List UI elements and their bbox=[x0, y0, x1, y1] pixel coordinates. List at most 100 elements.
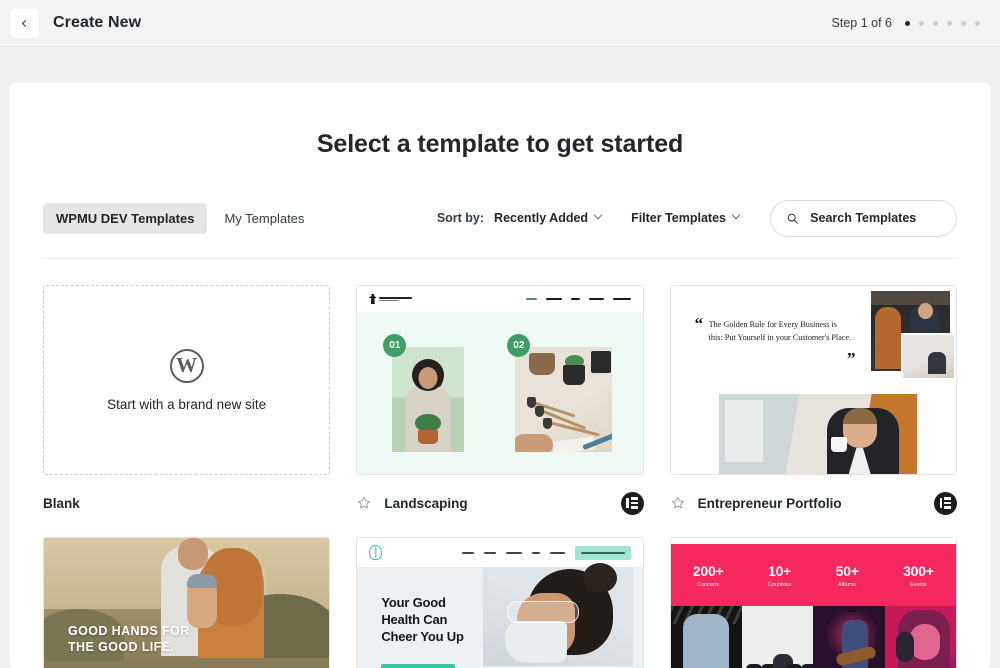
preview-heading-line2: Health Can bbox=[381, 612, 448, 628]
stat-value: 300+ bbox=[903, 562, 934, 579]
wordpress-icon: W bbox=[169, 348, 204, 383]
preview-photo-office bbox=[901, 333, 956, 380]
toolbar-controls: Sort by: Recently Added Filter Templates bbox=[436, 199, 957, 237]
preview-good-health: Your Good Health Can Cheer You Up Book A… bbox=[357, 538, 643, 668]
stat-label: Events bbox=[910, 581, 927, 588]
preview-photo-coffee bbox=[718, 394, 917, 474]
template-card-entrepreneur-portfolio[interactable]: “ The Golden Rule for Every Business is … bbox=[669, 285, 957, 515]
chevron-down-icon bbox=[731, 210, 741, 220]
preview-photo-band bbox=[742, 606, 814, 668]
tab-my-templates[interactable]: My Templates bbox=[211, 203, 317, 234]
preview-heading: Your Good Health Can Cheer You Up bbox=[381, 594, 464, 645]
page-title: Create New bbox=[53, 14, 142, 31]
template-footer-landscaping: Landscaping bbox=[356, 491, 644, 515]
preview-entrepreneur-portfolio: “ The Golden Rule for Every Business is … bbox=[670, 286, 956, 474]
sort-by-dropdown[interactable]: Recently Added bbox=[494, 210, 603, 225]
step-dots bbox=[905, 20, 980, 26]
landscaper-icon bbox=[369, 294, 377, 304]
template-name-entrepreneur-portfolio: Entrepreneur Portfolio bbox=[697, 495, 842, 511]
template-thumbnail-blank[interactable]: W Start with a brand new site bbox=[43, 285, 331, 475]
preview-cta-button: Book Appointment bbox=[381, 664, 456, 668]
template-card-good-hands[interactable]: GOOD HANDS FOR THE GOOD LIFE. LEARN MORE bbox=[43, 537, 331, 668]
template-thumbnail-landscaping[interactable]: 01 02 bbox=[356, 285, 644, 475]
template-footer-blank: Blank bbox=[43, 491, 330, 515]
stat-item: 50+ Albums bbox=[836, 563, 859, 588]
preview-logo bbox=[369, 294, 413, 304]
star-outline-icon[interactable] bbox=[356, 495, 372, 511]
page-headline: Select a template to get started bbox=[316, 130, 684, 158]
template-name-landscaping: Landscaping bbox=[384, 495, 468, 511]
preview-stats-bar: 200+ Concerts 10+ Countries 50+ Albums 3… bbox=[670, 544, 956, 606]
preview-navbar bbox=[357, 286, 643, 312]
template-card-blank[interactable]: W Start with a brand new site Blank bbox=[43, 285, 331, 515]
template-source-tabs: WPMU DEV Templates My Templates bbox=[43, 202, 317, 234]
sort-by-label: Sort by: bbox=[436, 211, 485, 225]
clinic-logo-icon bbox=[369, 545, 383, 560]
preview-heading-line3: Cheer You Up bbox=[381, 629, 464, 645]
template-thumbnail-entrepreneur-portfolio[interactable]: “ The Golden Rule for Every Business is … bbox=[669, 285, 957, 475]
preview-photo-strip bbox=[670, 606, 956, 668]
template-thumbnail-music[interactable]: 200+ Concerts 10+ Countries 50+ Albums 3… bbox=[669, 537, 957, 668]
step-dot-1[interactable] bbox=[905, 20, 910, 26]
chevron-left-icon bbox=[21, 19, 30, 27]
preview-heading-line1: GOOD HANDS FOR bbox=[68, 624, 190, 638]
template-thumbnail-good-health[interactable]: Your Good Health Can Cheer You Up Book A… bbox=[356, 537, 644, 668]
stat-item: 300+ Events bbox=[903, 563, 934, 588]
stat-value: 10+ bbox=[768, 562, 792, 579]
filter-templates-label: Filter Templates bbox=[631, 211, 726, 225]
stat-label: Countries bbox=[767, 581, 792, 588]
preview-photo-concert bbox=[813, 606, 885, 668]
preview-nav-items bbox=[461, 551, 565, 554]
back-button[interactable] bbox=[10, 8, 39, 38]
filter-templates-dropdown[interactable]: Filter Templates bbox=[631, 210, 741, 225]
preview-music: 200+ Concerts 10+ Countries 50+ Albums 3… bbox=[670, 538, 956, 668]
elementor-icon bbox=[620, 491, 644, 515]
chevron-down-icon bbox=[593, 210, 603, 220]
stat-label: Albums bbox=[838, 581, 857, 588]
search-input[interactable] bbox=[808, 210, 940, 226]
preview-photo-guitarist bbox=[670, 606, 742, 668]
tab-wpmu-dev-templates[interactable]: WPMU DEV Templates bbox=[43, 202, 208, 234]
preview-heading-line2: THE GOOD LIFE. bbox=[68, 639, 175, 654]
template-name-blank: Blank bbox=[43, 495, 80, 511]
step-indicator: Step 1 of 6 bbox=[832, 16, 980, 30]
preview-phone-badge bbox=[574, 545, 631, 560]
stat-label: Concerts bbox=[697, 581, 720, 588]
step-dot-3[interactable] bbox=[933, 20, 938, 26]
preview-quote-text: The Golden Rule for Every Business is th… bbox=[708, 320, 852, 342]
preview-photo-singer bbox=[884, 606, 956, 668]
templates-grid: W Start with a brand new site Blank 01 0… bbox=[43, 285, 957, 668]
quote-close-icon: “ bbox=[846, 343, 856, 362]
preview-good-hands: GOOD HANDS FOR THE GOOD LIFE. LEARN MORE bbox=[44, 538, 330, 668]
preview-heading: GOOD HANDS FOR THE GOOD LIFE. bbox=[68, 624, 190, 655]
stat-item: 10+ Countries bbox=[768, 563, 792, 588]
template-footer-entrepreneur-portfolio: Entrepreneur Portfolio bbox=[670, 491, 957, 515]
stat-item: 200+ Concerts bbox=[693, 563, 724, 588]
template-card-landscaping[interactable]: 01 02 Landscaping bbox=[356, 285, 644, 515]
preview-photo-person bbox=[392, 347, 465, 452]
preview-photo-tools bbox=[515, 347, 613, 452]
sort-by-value: Recently Added bbox=[494, 211, 589, 225]
step-dot-5[interactable] bbox=[961, 20, 966, 26]
app-header: Create New Step 1 of 6 bbox=[0, 0, 1000, 47]
blank-template-text: Start with a brand new site bbox=[107, 396, 267, 412]
step-dot-2[interactable] bbox=[919, 20, 924, 26]
step-dot-6[interactable] bbox=[975, 20, 980, 26]
step-dot-4[interactable] bbox=[947, 20, 952, 26]
quote-open-icon: “ bbox=[694, 314, 704, 333]
template-thumbnail-good-hands[interactable]: GOOD HANDS FOR THE GOOD LIFE. LEARN MORE bbox=[43, 537, 331, 668]
content-stage: Select a template to get started WPMU DE… bbox=[0, 47, 1000, 668]
template-card-good-health[interactable]: Your Good Health Can Cheer You Up Book A… bbox=[356, 537, 644, 668]
search-icon bbox=[787, 213, 798, 224]
preview-nav-items bbox=[525, 298, 631, 300]
search-templates-box[interactable] bbox=[770, 199, 957, 237]
star-outline-icon[interactable] bbox=[670, 495, 686, 511]
step-label: Step 1 of 6 bbox=[831, 16, 892, 30]
template-card-music[interactable]: 200+ Concerts 10+ Countries 50+ Albums 3… bbox=[669, 537, 957, 668]
logo-wordmark bbox=[379, 296, 413, 302]
stat-value: 200+ bbox=[692, 562, 724, 579]
preview-photo-nurse bbox=[482, 563, 633, 666]
template-picker-card: Select a template to get started WPMU DE… bbox=[10, 83, 990, 668]
preview-heading-line1: Your Good bbox=[381, 595, 446, 610]
preview-landscaping: 01 02 bbox=[357, 286, 643, 474]
